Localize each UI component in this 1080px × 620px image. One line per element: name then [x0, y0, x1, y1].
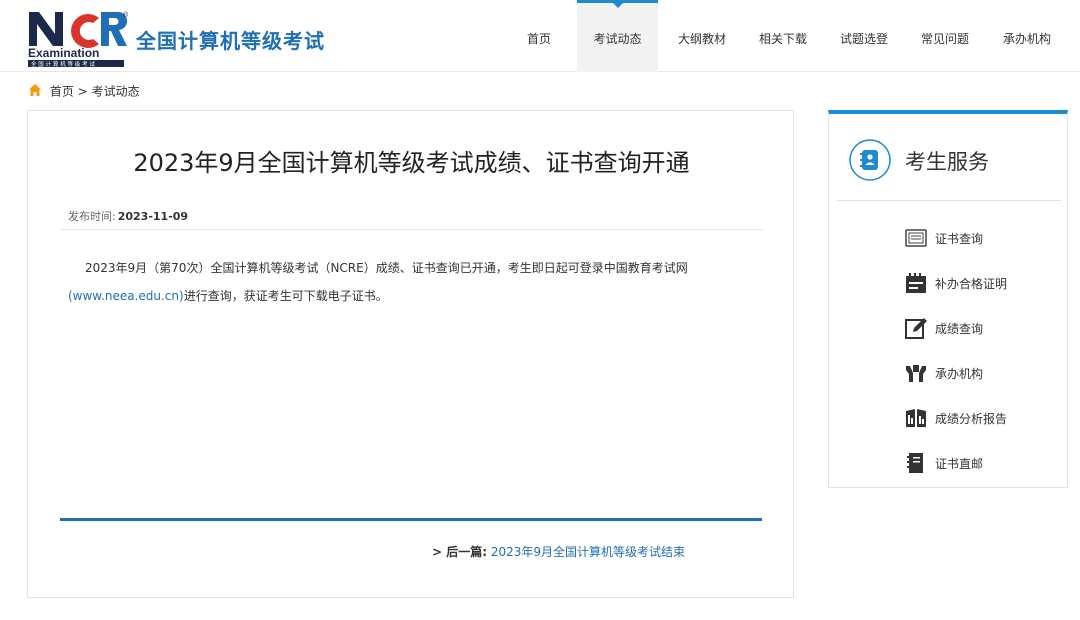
next-article-link[interactable]: 2023年9月全国计算机等级考试结束	[491, 545, 685, 559]
certificate-mail-icon	[907, 453, 923, 473]
nav-item-faq[interactable]: 常见问题	[915, 0, 975, 72]
reissue-certificate-icon	[906, 273, 926, 293]
breadcrumb-separator: >	[77, 84, 88, 99]
neea-link[interactable]: (www.neea.edu.cn)	[68, 289, 184, 303]
article-card: 2023年9月全国计算机等级考试成绩、证书查询开通 发布时间: 2023-11-0…	[27, 110, 794, 598]
services-title: 考生服务	[905, 150, 989, 174]
certificate-query-icon	[905, 229, 927, 247]
services-divider	[837, 200, 1061, 201]
publish-meta: 发布时间: 2023-11-09	[68, 208, 188, 224]
breadcrumb-current[interactable]: 考试动态	[92, 85, 140, 99]
service-label: 证书查询	[935, 232, 984, 246]
contacts-book-icon	[849, 139, 891, 181]
candidate-services-panel: 考生服务 证书查询 补办合格证明 成绩查询 承办机构 成绩分析报告 证书直邮	[828, 110, 1068, 488]
site-header: ® Examination 全国计算机等级考试 全国计算机等级考试 首页 考试动…	[0, 0, 1080, 72]
article-footer-bar	[60, 518, 762, 521]
svg-text:Examination: Examination	[28, 46, 99, 60]
site-title[interactable]: 全国计算机等级考试	[136, 25, 325, 54]
publish-label: 发布时间:	[68, 210, 116, 223]
nav-item-syllabus[interactable]: 大纲教材	[672, 0, 732, 72]
article-body-text-end: 进行查询，获证考生可下载电子证书。	[183, 289, 388, 303]
next-article: > 后一篇: 2023年9月全国计算机等级考试结束	[432, 543, 685, 560]
nav-item-downloads[interactable]: 相关下载	[753, 0, 813, 72]
svg-text:®: ®	[123, 11, 129, 19]
article-title: 2023年9月全国计算机等级考试成绩、证书查询开通	[133, 149, 690, 177]
article-body-text: 2023年9月（第70次）全国计算机等级考试（NCRE）成绩、证书查询已开通，考…	[85, 261, 688, 275]
article-body: 2023年9月（第70次）全国计算机等级考试（NCRE）成绩、证书查询已开通，考…	[68, 254, 748, 310]
next-article-label: > 后一篇:	[432, 545, 488, 559]
nav-item-sample-questions[interactable]: 试题选登	[834, 0, 894, 72]
analysis-report-icon	[906, 409, 926, 427]
nav-item-organizers[interactable]: 承办机构	[996, 0, 1058, 72]
ncr-logo[interactable]: ® Examination 全国计算机等级考试	[27, 10, 129, 68]
svg-text:全国计算机等级考试: 全国计算机等级考试	[31, 60, 97, 68]
breadcrumb: 首页 > 考试动态	[28, 82, 140, 100]
service-label: 证书直邮	[935, 457, 984, 471]
organizer-icon	[906, 365, 926, 382]
service-label: 成绩查询	[935, 322, 984, 336]
home-icon[interactable]	[28, 83, 42, 97]
nav-item-exam-news[interactable]: 考试动态	[577, 0, 658, 72]
meta-divider	[60, 229, 763, 230]
service-label: 成绩分析报告	[935, 412, 1008, 426]
publish-date: 2023-11-09	[117, 210, 189, 223]
score-query-icon	[905, 318, 927, 339]
breadcrumb-home[interactable]: 首页	[50, 85, 74, 99]
service-label: 承办机构	[935, 367, 984, 381]
nav-item-home[interactable]: 首页	[516, 0, 562, 72]
service-label: 补办合格证明	[935, 277, 1008, 291]
